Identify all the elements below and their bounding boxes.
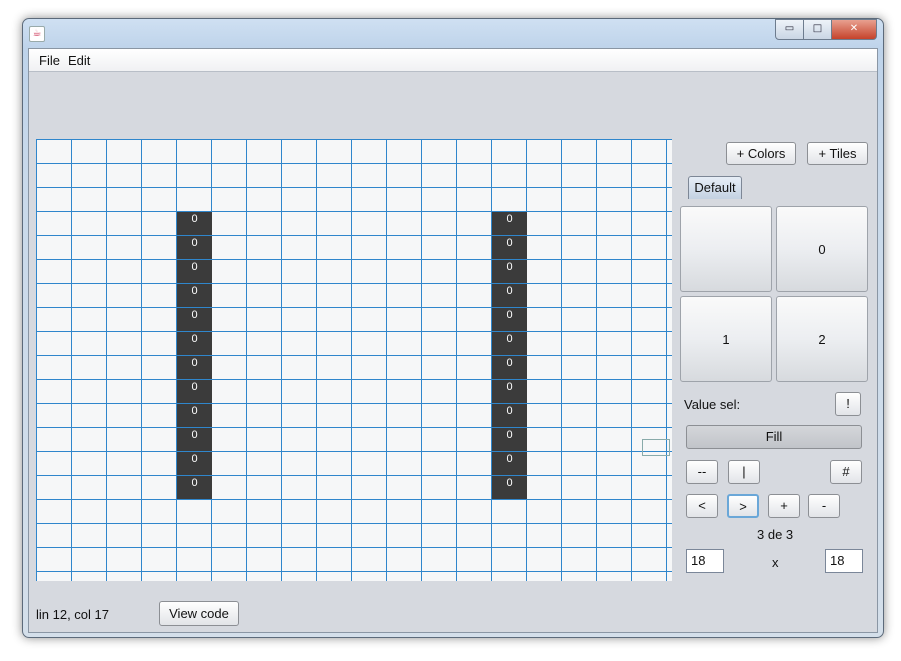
grid-cell-filled[interactable]: 0 <box>177 380 212 404</box>
grid-cell-filled[interactable]: 0 <box>177 260 212 284</box>
grid-cell-filled[interactable]: 0 <box>177 212 212 236</box>
minimize-button[interactable]: ▭ <box>775 19 804 40</box>
grid-cell-filled[interactable]: 0 <box>492 356 527 380</box>
grid-cell-filled[interactable]: 0 <box>177 236 212 260</box>
grid-cell-filled[interactable]: 0 <box>492 212 527 236</box>
horizontal-line-button[interactable]: -- <box>686 460 718 484</box>
java-icon: ☕ <box>29 26 45 42</box>
grid-cell-filled[interactable]: 0 <box>492 236 527 260</box>
grid-cell-filled[interactable]: 0 <box>492 332 527 356</box>
menu-edit[interactable]: Edit <box>68 53 90 68</box>
grid-cell-filled[interactable]: 0 <box>177 428 212 452</box>
menu-bar: File Edit <box>29 49 877 72</box>
grid-cell-filled[interactable]: 0 <box>492 380 527 404</box>
view-code-button[interactable]: View code <box>159 601 239 626</box>
add-tiles-button[interactable]: + Tiles <box>807 142 868 165</box>
grid-cell-filled[interactable]: 0 <box>492 452 527 476</box>
grid-cell-filled[interactable]: 0 <box>177 284 212 308</box>
tab-default[interactable]: Default <box>688 176 742 199</box>
grid-toggle-button[interactable]: # <box>830 460 862 484</box>
height-field[interactable]: 18 <box>825 549 863 573</box>
tile-grid[interactable]: 000000000000000000000000 <box>36 139 672 581</box>
value-sel-label: Value sel: <box>684 397 741 412</box>
page-indicator: 3 de 3 <box>757 527 794 542</box>
grid-cell-filled[interactable]: 0 <box>177 452 212 476</box>
grid-cell-filled[interactable]: 0 <box>492 260 527 284</box>
menu-file[interactable]: File <box>39 53 60 68</box>
grid-cell-filled[interactable]: 0 <box>492 284 527 308</box>
maximize-button[interactable]: □ <box>803 19 832 40</box>
vertical-line-button[interactable]: | <box>728 460 760 484</box>
grid-cell-filled[interactable]: 0 <box>177 356 212 380</box>
width-field[interactable]: 18 <box>686 549 724 573</box>
add-page-button[interactable]: + <box>768 494 800 518</box>
grid-cell-filled[interactable]: 0 <box>177 308 212 332</box>
grid-cell-filled[interactable]: 0 <box>492 428 527 452</box>
cursor-position-label: lin 12, col 17 <box>36 607 109 622</box>
close-button[interactable]: ✕ <box>831 19 877 40</box>
grid-cell-filled[interactable]: 0 <box>492 476 527 500</box>
fill-button[interactable]: Fill <box>686 425 862 449</box>
cursor-highlight <box>642 439 670 456</box>
window-controls: ▭ □ ✕ <box>775 19 877 40</box>
palette-tile-empty[interactable] <box>680 206 772 292</box>
grid-cell-filled[interactable]: 0 <box>177 404 212 428</box>
add-colors-button[interactable]: + Colors <box>726 142 796 165</box>
remove-page-button[interactable]: - <box>808 494 840 518</box>
grid-cell-filled[interactable]: 0 <box>492 308 527 332</box>
prev-button[interactable]: < <box>686 494 718 518</box>
next-button[interactable]: > <box>727 494 759 518</box>
palette-tile-1[interactable]: 1 <box>680 296 772 382</box>
palette-tile-2[interactable]: 2 <box>776 296 868 382</box>
app-window: ☕ ▭ □ ✕ File Edit 0000000000000000000000… <box>22 18 884 638</box>
grid-cell-filled[interactable]: 0 <box>177 476 212 500</box>
value-sel-button[interactable]: ! <box>835 392 861 416</box>
dimension-separator: x <box>772 555 779 570</box>
grid-cell-filled[interactable]: 0 <box>177 332 212 356</box>
client-area: File Edit 000000000000000000000000 + Col… <box>28 48 878 633</box>
grid-cell-filled[interactable]: 0 <box>492 404 527 428</box>
palette-tile-0[interactable]: 0 <box>776 206 868 292</box>
